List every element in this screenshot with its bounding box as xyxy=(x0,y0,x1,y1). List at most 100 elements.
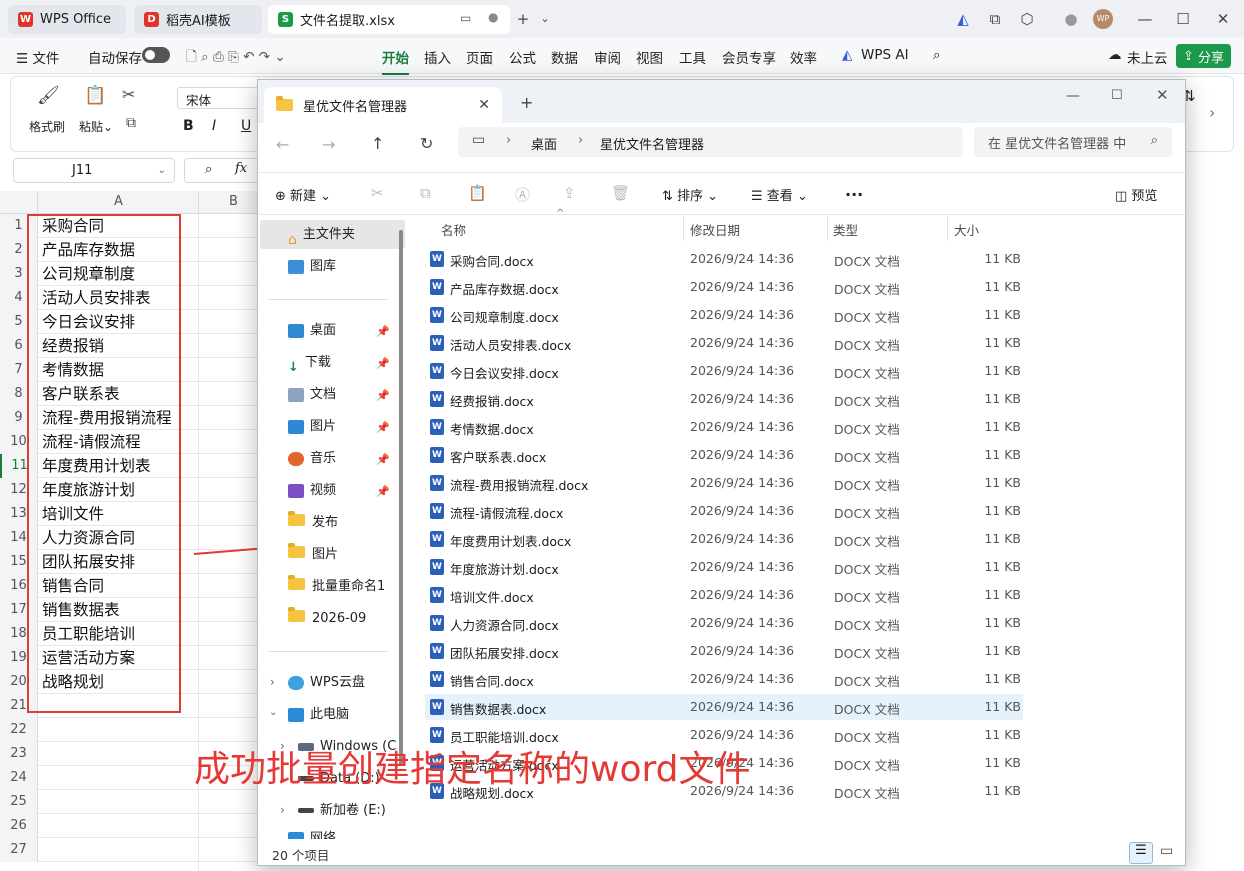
new-button[interactable]: ⊕ 新建 ⌄ xyxy=(275,185,331,204)
file-row[interactable]: W 采购合同.docx 2026/9/24 14:36 DOCX 文档 11 KB xyxy=(425,246,1023,272)
breadcrumb-desktop[interactable]: 桌面 xyxy=(531,134,557,153)
ai-icon[interactable]: ◭ xyxy=(952,9,974,29)
window-icon[interactable]: ▭ xyxy=(460,11,471,25)
row-header[interactable]: 26 xyxy=(0,814,38,838)
pin-icon[interactable]: 📌 xyxy=(376,485,390,498)
nav-scrollbar[interactable] xyxy=(399,230,403,766)
menu-item-tools[interactable]: 工具 xyxy=(679,47,706,67)
column-header-date[interactable]: 修改日期 xyxy=(690,220,740,239)
view-button[interactable]: ☰ 查看 ⌄ xyxy=(751,185,808,204)
new-tab-icon[interactable]: + xyxy=(520,93,533,112)
format-painter-button[interactable]: 格式刷 xyxy=(29,118,65,135)
file-row[interactable]: W 产品库存数据.docx 2026/9/24 14:36 DOCX 文档 11 KB xyxy=(425,274,1023,300)
pin-icon[interactable]: 📌 xyxy=(376,421,390,434)
column-header-type[interactable]: 类型 xyxy=(833,220,858,239)
nav-home[interactable]: ⌂ 主文件夹 xyxy=(288,223,355,248)
autosave-toggle[interactable] xyxy=(142,47,170,63)
ribbon-scroll-right-icon[interactable]: › xyxy=(1209,103,1215,122)
delete-icon[interactable]: 🗑 xyxy=(611,184,630,202)
nav-pictures[interactable]: 图片 xyxy=(288,415,336,439)
expand-chevron-icon[interactable]: › xyxy=(270,675,275,689)
file-row[interactable]: W 培训文件.docx 2026/9/24 14:36 DOCX 文档 11 KB xyxy=(425,582,1023,608)
menu-item-formula[interactable]: 公式 xyxy=(509,47,536,67)
file-row[interactable]: W 客户联系表.docx 2026/9/24 14:36 DOCX 文档 11 KB xyxy=(425,442,1023,468)
minimize-icon[interactable]: — xyxy=(1066,88,1080,104)
nav-batch-rename[interactable]: 批量重命名1 xyxy=(288,575,385,599)
menu-item-home[interactable]: 开始 xyxy=(382,47,409,75)
share-button[interactable]: ⇪ 分享 xyxy=(1176,44,1231,68)
file-row[interactable]: W 流程-请假流程.docx 2026/9/24 14:36 DOCX 文档 11 KB xyxy=(425,498,1023,524)
file-row[interactable]: W 流程-费用报销流程.docx 2026/9/24 14:36 DOCX 文档 11 … xyxy=(425,470,1023,496)
row-header[interactable]: 25 xyxy=(0,790,38,814)
file-row[interactable]: W 年度费用计划表.docx 2026/9/24 14:36 DOCX 文档 11 KB xyxy=(425,526,1023,552)
file-row[interactable]: W 公司规章制度.docx 2026/9/24 14:36 DOCX 文档 11 KB xyxy=(425,302,1023,328)
column-header-b[interactable]: B xyxy=(229,194,238,209)
share-icon[interactable]: ⇪ xyxy=(563,184,576,202)
close-icon[interactable]: ✕ xyxy=(1156,86,1169,104)
menu-item-efficiency[interactable]: 效率 xyxy=(790,47,817,67)
minimize-icon[interactable]: — xyxy=(1134,9,1156,29)
bold-button[interactable]: B xyxy=(183,118,194,134)
tab-active-spreadsheet[interactable]: S 文件名提取.xlsx ▭ ● xyxy=(268,5,510,34)
file-row[interactable]: W 销售数据表.docx 2026/9/24 14:36 DOCX 文档 11 KB xyxy=(425,694,1023,720)
copy-icon[interactable]: ⧉ xyxy=(126,115,136,131)
sort-button[interactable]: ⇅ 排序 ⌄ xyxy=(662,185,718,204)
name-box[interactable]: J11 ⌄ xyxy=(13,158,175,183)
nav-month-folder[interactable]: 2026-09 xyxy=(288,607,366,631)
nav-desktop[interactable]: 桌面 xyxy=(288,319,336,343)
collapse-chevron-icon[interactable]: ⌄ xyxy=(269,707,277,718)
file-menu[interactable]: ☰ 文件 xyxy=(16,47,59,67)
pin-icon[interactable]: 📌 xyxy=(376,325,390,338)
nav-pictures-folder[interactable]: 图片 xyxy=(288,543,338,567)
rename-icon[interactable]: Ⓐ xyxy=(515,184,530,205)
file-row[interactable]: W 团队拓展安排.docx 2026/9/24 14:36 DOCX 文档 11 KB xyxy=(425,638,1023,664)
quick-access-icons[interactable]: 🗋 ⌕ ⎙ ⎘ ↶ ↷ ⌄ xyxy=(186,47,286,70)
chevron-down-icon[interactable]: ⌄ xyxy=(534,9,556,29)
select-all-corner[interactable] xyxy=(0,191,38,214)
cloud-status[interactable]: 未上云 xyxy=(1127,47,1168,67)
file-row[interactable]: W 考情数据.docx 2026/9/24 14:36 DOCX 文档 11 KB xyxy=(425,414,1023,440)
file-row[interactable]: W 人力资源合同.docx 2026/9/24 14:36 DOCX 文档 11 KB xyxy=(425,610,1023,636)
up-icon[interactable]: ↑ xyxy=(371,134,384,153)
menu-item-view[interactable]: 视图 xyxy=(636,47,663,67)
nav-downloads[interactable]: ↓ 下载 xyxy=(288,351,331,375)
nav-videos[interactable]: 视频 xyxy=(288,479,336,503)
menu-item-page[interactable]: 页面 xyxy=(466,47,493,67)
multi-window-icon[interactable]: ⧉ xyxy=(984,9,1006,29)
nav-drive-e[interactable]: 新加卷 (E:) xyxy=(298,799,386,823)
pin-icon[interactable]: 📌 xyxy=(376,357,390,370)
avatar[interactable]: WP xyxy=(1093,9,1113,29)
zoom-icon[interactable]: ⌕ xyxy=(205,162,212,177)
explorer-tab[interactable]: 星优文件名管理器 ✕ xyxy=(264,87,502,123)
row-header[interactable]: 22 xyxy=(0,718,38,742)
file-row[interactable]: W 年度旅游计划.docx 2026/9/24 14:36 DOCX 文档 11 KB xyxy=(425,554,1023,580)
nav-publish[interactable]: 发布 xyxy=(288,511,338,535)
search-icon[interactable]: ⌕ xyxy=(933,47,941,63)
cut-icon[interactable]: ✂ xyxy=(122,85,135,104)
copy-icon[interactable]: ⧉ xyxy=(420,184,431,202)
file-row[interactable]: W 经费报销.docx 2026/9/24 14:36 DOCX 文档 11 KB xyxy=(425,386,1023,412)
nav-music[interactable]: 音乐 xyxy=(288,447,336,471)
menu-item-data[interactable]: 数据 xyxy=(551,47,578,67)
italic-button[interactable]: I xyxy=(212,118,216,134)
breadcrumb-folder[interactable]: 星优文件名管理器 xyxy=(600,134,704,153)
underline-button[interactable]: U xyxy=(241,118,251,134)
row-header[interactable]: 24 xyxy=(0,766,38,790)
font-select[interactable]: 宋体 xyxy=(177,87,267,109)
refresh-icon[interactable]: ↻ xyxy=(420,134,433,153)
menu-item-review[interactable]: 审阅 xyxy=(594,47,621,67)
row-header[interactable]: 27 xyxy=(0,838,38,862)
close-icon[interactable]: ✕ xyxy=(1212,9,1234,29)
menu-item-member[interactable]: 会员专享 xyxy=(722,47,776,67)
row-header[interactable]: 23 xyxy=(0,742,38,766)
tiles-view-button[interactable]: ▭ xyxy=(1160,843,1173,859)
nav-documents[interactable]: 文档 xyxy=(288,383,336,407)
address-bar[interactable]: ▭ › 桌面 › 星优文件名管理器 xyxy=(458,127,963,157)
maximize-icon[interactable]: ☐ xyxy=(1111,88,1123,103)
nav-wps-cloud[interactable]: WPS云盘 xyxy=(288,671,365,695)
forward-icon[interactable]: → xyxy=(322,135,335,154)
pin-icon[interactable]: 📌 xyxy=(376,389,390,402)
format-painter-icon[interactable]: 🖌 xyxy=(37,85,60,106)
column-header-size[interactable]: 大小 xyxy=(954,220,979,239)
menu-item-insert[interactable]: 插入 xyxy=(424,47,451,67)
